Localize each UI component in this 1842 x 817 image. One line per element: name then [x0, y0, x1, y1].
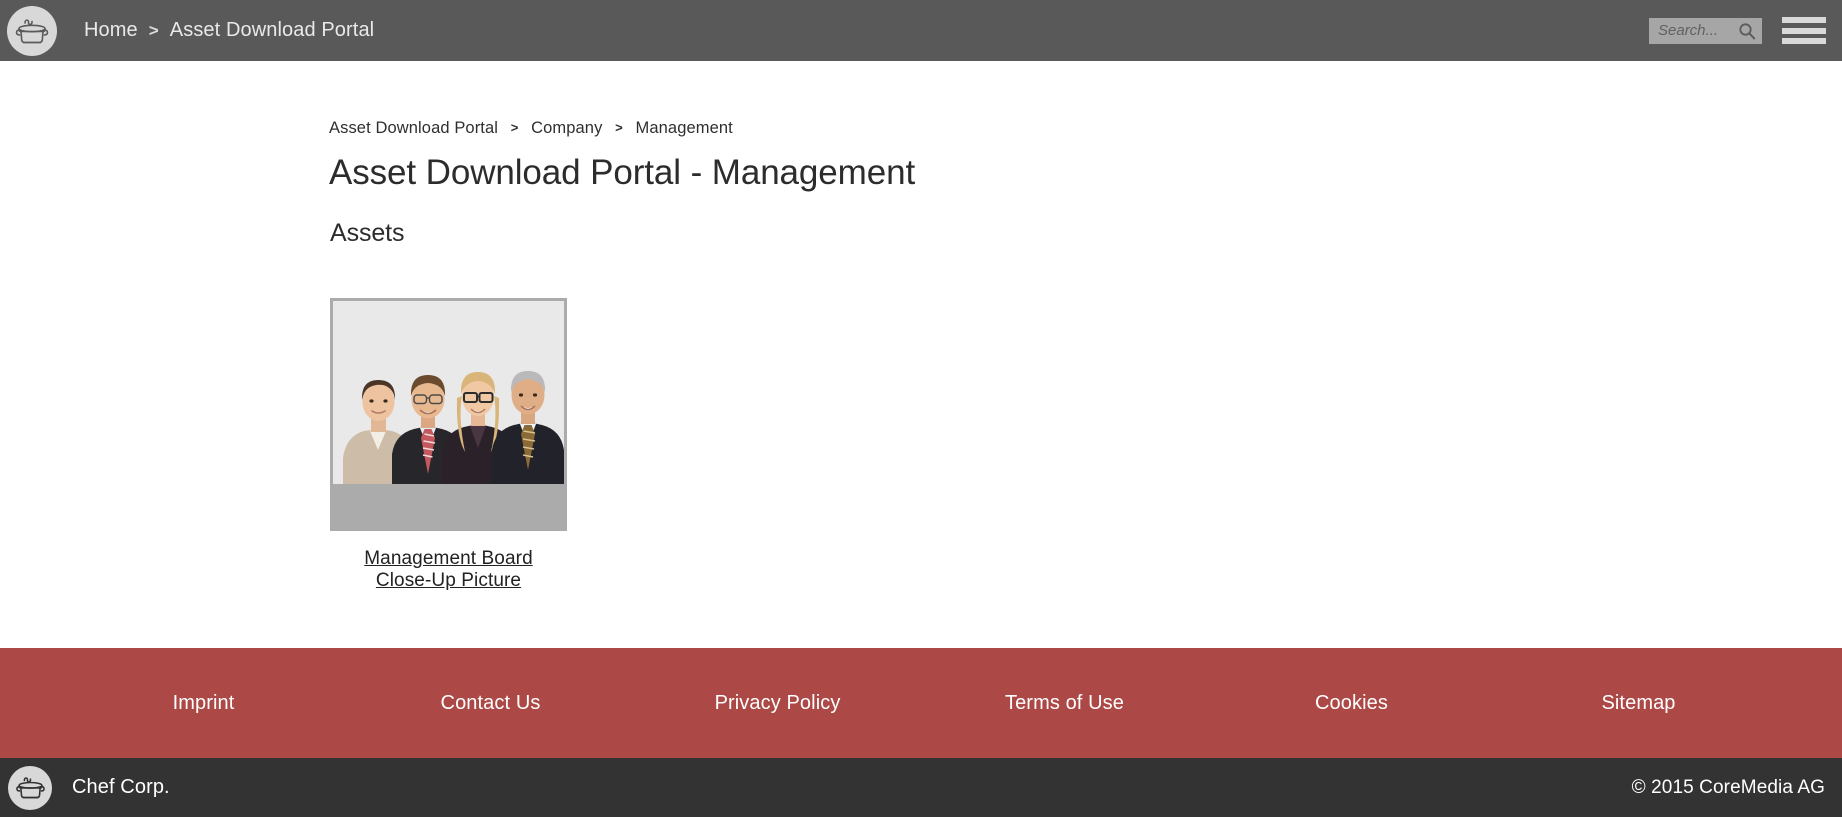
header-nav: Home > Asset Download Portal: [84, 19, 374, 42]
footer-link-privacy-policy[interactable]: Privacy Policy: [634, 692, 921, 715]
header-right-tools: [1649, 0, 1826, 61]
hamburger-bar: [1782, 27, 1826, 34]
management-board-photo: [330, 298, 567, 531]
footer-logo[interactable]: [8, 765, 52, 810]
footer-link-imprint[interactable]: Imprint: [60, 692, 347, 715]
breadcrumb-separator: >: [510, 120, 519, 135]
bottom-bar: Chef Corp. © 2015 CoreMedia AG: [0, 758, 1842, 817]
header-nav-item-home[interactable]: Home: [84, 19, 138, 42]
footer-link-cookies[interactable]: Cookies: [1208, 692, 1495, 715]
header-nav-item-asset-download-portal[interactable]: Asset Download Portal: [170, 19, 374, 42]
asset-caption-link[interactable]: Management Board Close-Up Picture: [330, 548, 567, 592]
breadcrumb: Asset Download Portal > Company > Manage…: [329, 119, 1842, 138]
footer-link-terms-of-use[interactable]: Terms of Use: [921, 692, 1208, 715]
cooking-pot-icon: [15, 18, 49, 43]
asset-grid: Management Board Close-Up Picture: [329, 298, 1842, 592]
section-title-assets: Assets: [330, 219, 405, 247]
cooking-pot-icon: [15, 777, 45, 799]
asset-caption-line-1: Management Board: [364, 548, 533, 569]
breadcrumb-item-asset-download-portal[interactable]: Asset Download Portal: [329, 119, 498, 137]
header-nav-separator: >: [148, 21, 159, 40]
hamburger-menu-icon[interactable]: [1782, 14, 1826, 47]
search-input[interactable]: [1658, 22, 1738, 39]
header-logo[interactable]: [7, 5, 57, 56]
search-box[interactable]: [1649, 17, 1762, 44]
page-root: Home > Asset Download Portal Asset Downl…: [0, 0, 1842, 817]
asset-thumbnail[interactable]: [330, 298, 567, 531]
footer-links-bar: Imprint Contact Us Privacy Policy Terms …: [0, 648, 1842, 758]
brand-name: Chef Corp.: [72, 776, 170, 798]
search-icon[interactable]: [1738, 22, 1756, 40]
breadcrumb-item-company[interactable]: Company: [531, 119, 602, 137]
breadcrumb-separator: >: [615, 120, 623, 135]
page-title: Asset Download Portal - Management: [329, 153, 916, 192]
footer-link-sitemap[interactable]: Sitemap: [1495, 692, 1782, 715]
breadcrumb-item-management: Management: [635, 119, 733, 137]
asset-card: Management Board Close-Up Picture: [330, 298, 567, 592]
asset-caption-line-2: Close-Up Picture: [375, 570, 522, 591]
footer-link-contact-us[interactable]: Contact Us: [347, 692, 634, 715]
copyright-text: © 2015 CoreMedia AG: [1631, 776, 1825, 798]
site-header: Home > Asset Download Portal: [0, 0, 1842, 61]
hamburger-bar: [1782, 17, 1826, 23]
hamburger-bar: [1782, 38, 1826, 44]
main-content: Asset Download Portal > Company > Manage…: [0, 61, 1842, 648]
